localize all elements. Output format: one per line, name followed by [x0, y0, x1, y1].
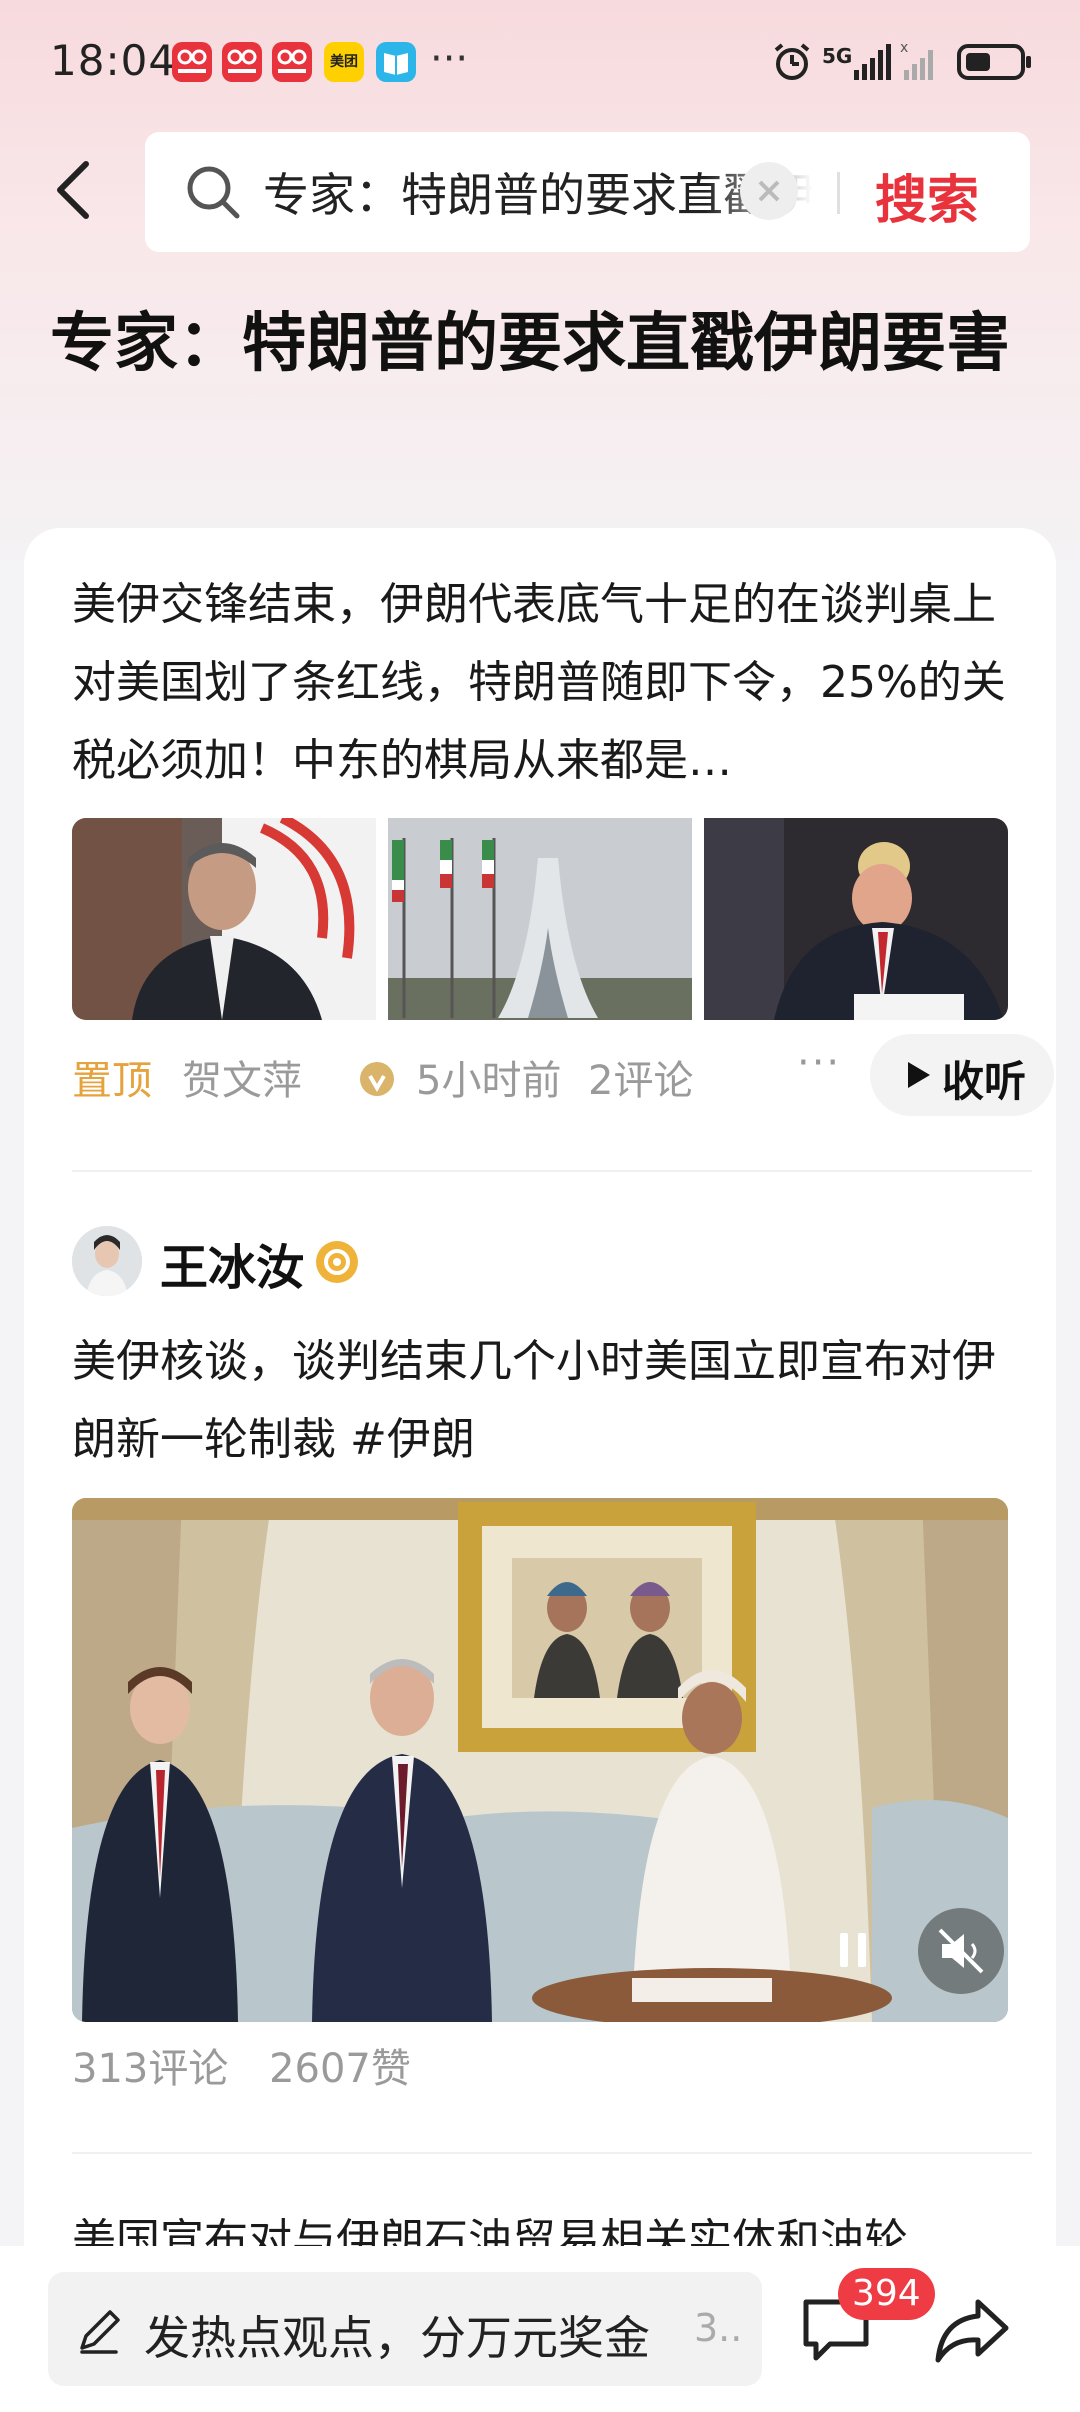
post-like-count[interactable]: 2607赞 — [269, 2046, 411, 2092]
signal-icon — [854, 44, 891, 80]
post-meta: 置顶 贺文萍 5小时前 2评论 ··· 收听 — [72, 1034, 1054, 1128]
more-options-icon[interactable]: ··· — [797, 1040, 841, 1086]
post-comment-count[interactable]: 313评论 — [72, 2046, 228, 2092]
battery-icon — [957, 44, 1031, 80]
results-card: 美伊交锋结束，伊朗代表底气十足的在谈判桌上对美国划了条红线，特朗普随即下令，25… — [24, 528, 1056, 2412]
post-comment-count[interactable]: 2评论 — [588, 1048, 693, 1106]
avatar[interactable] — [72, 1226, 142, 1296]
comment-suffix: 3.. — [694, 2306, 743, 2350]
verified-badge-icon — [316, 1241, 358, 1283]
share-icon[interactable] — [932, 2290, 1012, 2370]
comment-input[interactable]: 发热点观点，分万元奖金 3.. — [48, 2272, 762, 2386]
app-icon-3 — [272, 42, 312, 82]
image-trump-signing[interactable] — [704, 818, 1008, 1020]
app-icon-2 — [222, 42, 262, 82]
listen-button[interactable]: 收听 — [870, 1034, 1054, 1116]
muted-speaker-icon — [938, 1928, 984, 1974]
post-author[interactable]: 贺文萍 — [182, 1048, 302, 1106]
signal-2-icon: x — [900, 40, 933, 80]
post-stats: 313评论 2607赞 — [72, 2036, 439, 2094]
meituan-icon: 美团 — [324, 42, 364, 82]
post-text[interactable]: 美伊交锋结束，伊朗代表底气十足的在谈判桌上对美国划了条红线，特朗普随即下令，25… — [72, 566, 1022, 800]
network-type: 5G — [822, 44, 853, 68]
divider — [72, 2152, 1032, 2154]
post-time: 5小时前 — [416, 1058, 562, 1104]
post-text[interactable]: 美国宣布对与伊朗石油贸易相关实体和油轮 — [72, 2210, 1022, 2250]
clear-search-button[interactable] — [740, 162, 798, 220]
pause-icon[interactable] — [818, 1915, 888, 1985]
search-icon — [187, 166, 240, 219]
play-icon — [908, 1062, 930, 1088]
post-text[interactable]: 美伊核谈，谈判结束几个小时美国立即宣布对伊朗新一轮制裁 #伊朗 — [72, 1323, 1022, 1479]
pinned-label: 置顶 — [72, 1058, 152, 1104]
back-button[interactable] — [44, 150, 104, 230]
verified-badge-icon — [360, 1062, 394, 1096]
reader-icon — [376, 42, 416, 82]
comment-placeholder: 发热点观点，分万元奖金 — [144, 2311, 650, 2365]
image-iranian-diplomat[interactable] — [72, 818, 376, 1020]
divider — [72, 1170, 1032, 1172]
page-title: 专家：特朗普的要求直戳伊朗要害 — [50, 307, 1010, 381]
svg-text:x: x — [900, 40, 908, 56]
status-bar: 18:04 美团 ··· 5G x — [0, 0, 1080, 130]
post-author[interactable]: 王冰汝 — [160, 1228, 304, 1298]
bottom-bar: 发热点观点，分万元奖金 3.. 394 — [0, 2246, 1080, 2412]
post-images — [72, 818, 1008, 1020]
search-submit-button[interactable]: 搜索 — [875, 158, 979, 233]
alarm-icon — [774, 43, 810, 80]
close-icon — [758, 180, 780, 202]
search-box: 搜索 — [145, 132, 1030, 252]
app-icon-1 — [172, 42, 212, 82]
image-azadi-tower[interactable] — [388, 818, 692, 1020]
pen-icon — [80, 2310, 120, 2354]
video-player[interactable] — [72, 1498, 1008, 2022]
listen-label: 收听 — [942, 1057, 1027, 1106]
comment-count-badge: 394 — [838, 2268, 935, 2320]
mute-button[interactable] — [918, 1908, 1004, 1994]
more-notifications-icon: ··· — [430, 36, 469, 82]
status-time: 18:04 — [50, 36, 177, 85]
